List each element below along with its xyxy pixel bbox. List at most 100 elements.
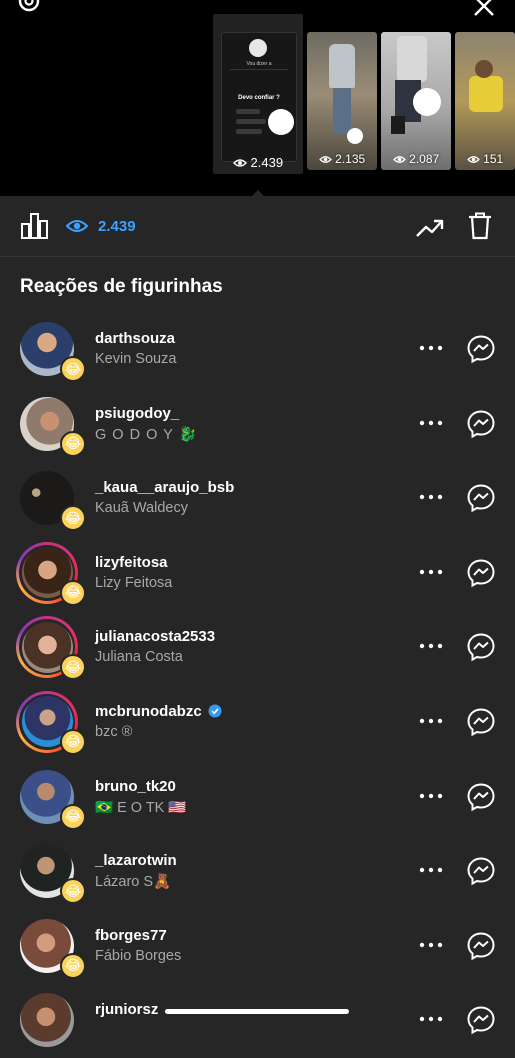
laughing-sticker-icon: 😂 (268, 109, 294, 135)
username[interactable]: _lazarotwin (95, 852, 177, 869)
username-text: mcbrunodabzc (95, 702, 202, 720)
thumbnail-preview-title: Vou dizer a (246, 61, 272, 67)
story-thumbnail-selected[interactable]: Vou dizer a Devo confiar ? 😂 2.439 (213, 14, 303, 174)
more-options-icon[interactable] (418, 636, 444, 656)
avatar[interactable]: 😂 (20, 322, 86, 382)
home-indicator (165, 1009, 349, 1014)
messenger-icon[interactable] (466, 931, 496, 961)
verified-badge-icon (208, 704, 222, 718)
avatar[interactable]: 😂 (20, 471, 86, 532)
story-thumbnail[interactable]: 151 (455, 32, 515, 170)
username[interactable]: bruno_tk20 (95, 778, 176, 795)
eye-icon (393, 156, 406, 163)
username[interactable]: julianacosta2533 (95, 628, 215, 645)
username[interactable]: fborges77 (95, 927, 167, 944)
username[interactable]: mcbrunodabzc (95, 703, 222, 720)
viewer-toolbar: 2.439 (0, 196, 515, 257)
trending-up-icon[interactable] (415, 214, 445, 245)
laughing-emoji-icon: 😂 (60, 952, 86, 979)
laughing-sticker-icon: 😂 (413, 88, 441, 116)
username[interactable]: _kaua__araujo_bsb (95, 479, 234, 496)
messenger-icon[interactable] (466, 558, 496, 588)
messenger-icon[interactable] (466, 334, 496, 364)
avatar[interactable]: 😂 (20, 844, 86, 905)
thumbnail-views-count: 2.087 (409, 152, 440, 166)
messenger-icon[interactable] (466, 483, 496, 513)
list-item[interactable]: 😂 darthsouza Kevin Souza (0, 312, 515, 387)
full-name: Lizy Feitosa (95, 574, 173, 591)
list-item[interactable]: 😂 lizyfeitosa Lizy Feitosa (0, 536, 515, 611)
full-name: 🇧🇷 E O TK 🇺🇸 (95, 799, 187, 816)
username[interactable]: darthsouza (95, 330, 175, 347)
list-item[interactable]: 😂 mcbrunodabzc bzc ® (0, 685, 515, 760)
username[interactable]: lizyfeitosa (95, 554, 168, 571)
full-name: Juliana Costa (95, 649, 183, 666)
thumbnail-views: 2.439 (213, 155, 303, 170)
eye-icon (467, 156, 480, 163)
laughing-sticker-icon: 😂 (347, 128, 363, 144)
more-options-icon[interactable] (418, 860, 444, 880)
laughing-emoji-icon: 😂 (60, 505, 86, 532)
laughing-emoji-icon: 😂 (60, 579, 86, 606)
more-options-icon[interactable] (418, 935, 444, 955)
avatar[interactable]: 😂 (20, 769, 86, 830)
thumbnail-preview-caption: Devo confiar ? (238, 95, 280, 101)
laughing-emoji-icon: 😂 (60, 654, 86, 681)
more-options-icon[interactable] (418, 711, 444, 731)
more-options-icon[interactable] (418, 562, 444, 582)
list-item[interactable]: 😂 _kaua__araujo_bsb Kauã Waldecy (0, 461, 515, 536)
gear-icon[interactable] (14, 0, 44, 21)
eye-icon (232, 159, 247, 167)
full-name: G O D O Y 🐉 (95, 426, 198, 443)
eye-icon (66, 220, 88, 232)
list-item[interactable]: 😂 fborges77 Fábio Borges (0, 909, 515, 984)
thumbnail-views: 2.087 (381, 152, 451, 166)
trash-icon[interactable] (467, 211, 493, 246)
avatar[interactable] (20, 993, 74, 1048)
messenger-icon[interactable] (466, 632, 496, 662)
avatar[interactable]: 😂 (20, 918, 86, 979)
list-item[interactable]: 😂 _lazarotwin Lázaro S🧸 (0, 834, 515, 909)
list-item[interactable]: 😂 psiugodoy_ G O D O Y 🐉 (0, 387, 515, 462)
thumbnail-views: 151 (455, 152, 515, 166)
reactions-list: 😂 darthsouza Kevin Souza 😂 psiugodoy_ G … (0, 312, 515, 1058)
laughing-emoji-icon: 😂 (60, 803, 86, 830)
more-options-icon[interactable] (418, 1009, 444, 1029)
messenger-icon[interactable] (466, 707, 496, 737)
list-item[interactable]: rjuniorsz (0, 983, 515, 1058)
laughing-emoji-icon: 😂 (60, 728, 86, 755)
close-icon[interactable] (470, 0, 498, 25)
messenger-icon[interactable] (466, 409, 496, 439)
full-name: Kevin Souza (95, 351, 177, 367)
eye-icon (319, 156, 332, 163)
laughing-emoji-icon: 😂 (60, 356, 86, 382)
section-title: Reações de figurinhas (20, 276, 223, 297)
list-item[interactable]: 😂 julianacosta2533 Juliana Costa (0, 610, 515, 685)
thumbnail-views-count: 2.439 (250, 155, 284, 170)
avatar[interactable]: 😂 (16, 690, 86, 755)
thumbnail-views: 2.135 (307, 152, 377, 166)
tab-viewers[interactable]: 2.439 (66, 214, 136, 238)
more-options-icon[interactable] (418, 487, 444, 507)
messenger-icon[interactable] (466, 782, 496, 812)
viewers-count: 2.439 (98, 217, 136, 235)
avatar[interactable]: 😂 (16, 616, 86, 681)
thumbnail-preview: Vou dizer a Devo confiar ? 😂 (221, 32, 297, 162)
avatar[interactable]: 😂 (16, 541, 86, 606)
laughing-emoji-icon: 😂 (60, 878, 86, 905)
avatar[interactable]: 😂 (20, 396, 86, 457)
bar-chart-icon[interactable] (20, 212, 50, 245)
username[interactable]: rjuniorsz (95, 1001, 158, 1018)
story-header: Vou dizer a Devo confiar ? 😂 2.439 😂 2.1… (0, 0, 515, 196)
more-options-icon[interactable] (418, 413, 444, 433)
more-options-icon[interactable] (418, 338, 444, 358)
username[interactable]: psiugodoy_ (95, 405, 179, 422)
messenger-icon[interactable] (466, 856, 496, 886)
story-thumbnail[interactable]: 😂 2.135 (307, 32, 377, 170)
more-options-icon[interactable] (418, 786, 444, 806)
list-item[interactable]: 😂 bruno_tk20 🇧🇷 E O TK 🇺🇸 (0, 760, 515, 835)
messenger-icon[interactable] (466, 1005, 496, 1035)
thumbnail-views-count: 2.135 (335, 152, 366, 166)
full-name: Fábio Borges (95, 947, 182, 964)
story-thumbnail[interactable]: 😂 2.087 (381, 32, 451, 170)
